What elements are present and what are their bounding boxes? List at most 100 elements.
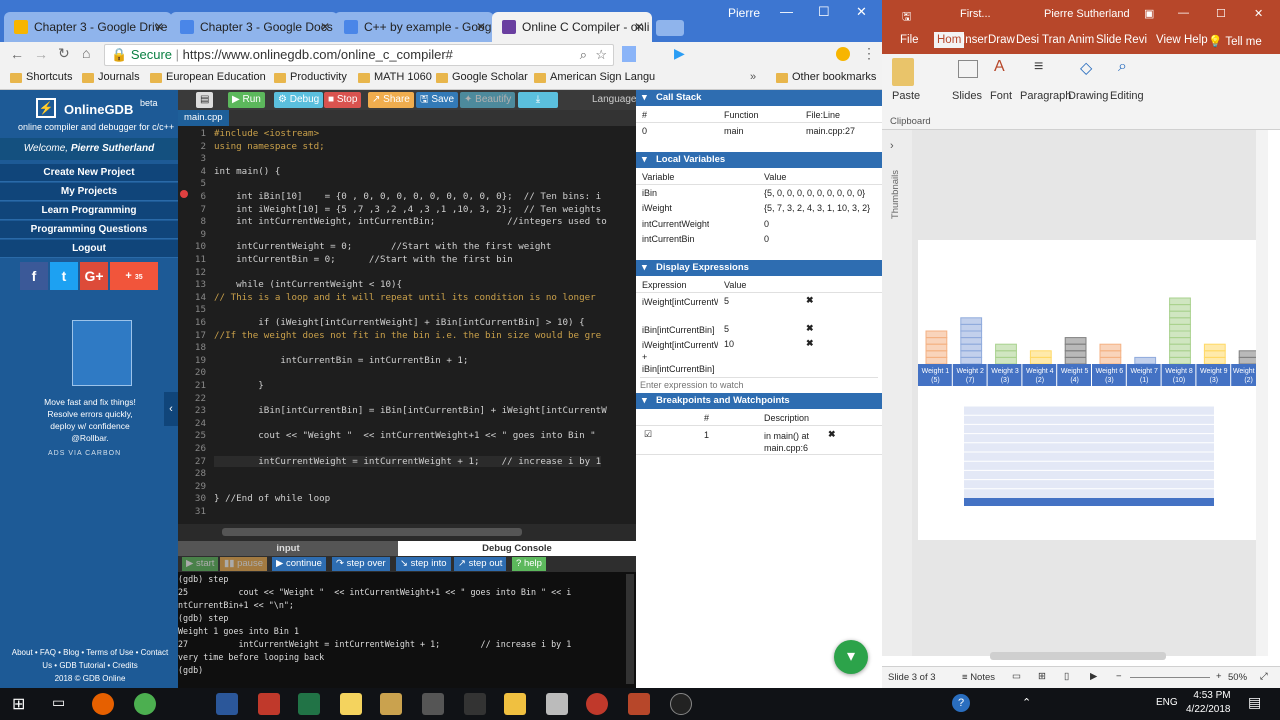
help-icon[interactable]: ?: [952, 694, 970, 712]
scroll-thumb[interactable]: [990, 652, 1166, 660]
tab-online-compiler[interactable]: Online C Compiler - onli ✕: [492, 12, 652, 42]
learn-programming-button[interactable]: Learn Programming: [0, 202, 178, 220]
reload-icon[interactable]: ↻: [58, 45, 70, 62]
minimize-icon[interactable]: —: [1178, 7, 1189, 19]
weight-block[interactable]: [1203, 350, 1226, 358]
clock-date[interactable]: 4/22/2018: [1186, 704, 1231, 715]
bookmark-math-1060[interactable]: MATH 1060: [358, 71, 432, 83]
firefox-icon[interactable]: [92, 693, 114, 715]
weight-block[interactable]: [960, 343, 983, 352]
close-window-icon[interactable]: ✕: [1254, 7, 1263, 20]
weight-block[interactable]: [1064, 356, 1087, 365]
weight-block[interactable]: [960, 337, 983, 345]
new-tab-button[interactable]: [656, 20, 684, 36]
slides-button[interactable]: Slides: [952, 90, 982, 102]
breakpoints-header[interactable]: Breakpoints and Watchpoints: [636, 393, 882, 409]
weight-block[interactable]: [1169, 310, 1191, 319]
windows-start-icon[interactable]: ⊞: [12, 694, 25, 714]
play-extension-icon[interactable]: ▶: [674, 45, 685, 62]
editing-button[interactable]: Editing: [1110, 90, 1144, 102]
bookmark-other[interactable]: Other bookmarks: [776, 71, 876, 83]
console-scrollbar[interactable]: [626, 574, 634, 684]
font-button[interactable]: Font: [990, 90, 1012, 102]
weight-block[interactable]: [1134, 356, 1157, 365]
paste-icon[interactable]: [892, 58, 914, 86]
twitter-icon[interactable]: t: [50, 262, 78, 290]
paste-button[interactable]: Paste: [892, 90, 920, 102]
normal-view-icon[interactable]: ▭: [1012, 671, 1021, 682]
weight-block[interactable]: [1099, 350, 1122, 358]
close-icon[interactable]: ✕: [476, 12, 486, 42]
ppt-tab-insert[interactable]: Inser: [962, 34, 988, 46]
star-icon[interactable]: ☆: [595, 45, 607, 65]
language-indicator[interactable]: ENG: [1156, 697, 1178, 708]
programming-questions-button[interactable]: Programming Questions: [0, 221, 178, 239]
create-project-button[interactable]: Create New Project: [0, 164, 178, 182]
zoom-level[interactable]: 50%: [1228, 672, 1247, 683]
weight-block[interactable]: [1169, 350, 1191, 358]
var-value[interactable]: {5, 0, 0, 0, 0, 0, 0, 0, 0, 0}: [764, 188, 865, 198]
share-button[interactable]: ↗ Share: [368, 92, 414, 108]
stack-frame-function[interactable]: main: [724, 126, 744, 136]
remove-breakpoint-icon[interactable]: ✖: [828, 429, 836, 440]
ppt-tab-draw[interactable]: Draw: [988, 34, 1015, 46]
maximize-icon[interactable]: ☐: [818, 4, 830, 20]
share-count-button[interactable]: + 35: [110, 262, 158, 290]
close-window-icon[interactable]: ✕: [856, 4, 867, 20]
search-icon[interactable]: ⌕: [580, 45, 587, 65]
stack-frame-file[interactable]: main.cpp:27: [806, 126, 855, 136]
console-prompt[interactable]: (gdb): [178, 665, 208, 675]
continue-button[interactable]: ▶ continue: [272, 557, 326, 571]
weight-block[interactable]: [995, 350, 1017, 358]
gdb-brand[interactable]: OnlineGDB: [64, 102, 133, 117]
start-button[interactable]: ▶ start: [182, 557, 219, 571]
slide-v-scroll[interactable]: [1256, 130, 1268, 656]
slide[interactable]: Weight 1 (5) Weight 2 (7) Weight 3 (3) Weight …: [918, 240, 1266, 540]
weight-block[interactable]: [1064, 350, 1087, 358]
slideshow-icon[interactable]: ▶: [1090, 671, 1097, 682]
weight-block[interactable]: [960, 356, 983, 365]
weight-block[interactable]: [1099, 356, 1122, 365]
weight-block[interactable]: [925, 330, 948, 339]
save-button[interactable]: 🖫 Save: [416, 92, 459, 108]
var-value[interactable]: 0: [764, 219, 769, 229]
bookmark-google-scholar[interactable]: Google Scholar: [436, 71, 528, 83]
debug-button[interactable]: ⚙ Debug: [274, 92, 324, 108]
weight-block[interactable]: [925, 343, 948, 352]
show-hidden-icon[interactable]: ⌃: [1022, 696, 1031, 709]
weight-block[interactable]: [960, 317, 983, 325]
profile-name[interactable]: Pierre: [728, 6, 760, 20]
app-icon[interactable]: [380, 693, 402, 715]
weight-block[interactable]: [1169, 317, 1191, 325]
forward-icon[interactable]: →: [34, 46, 48, 62]
help-button[interactable]: ? help: [512, 557, 546, 571]
tab-google-docs[interactable]: Chapter 3 - Google Docs ✕: [170, 12, 338, 42]
slide-h-scroll[interactable]: [930, 650, 1250, 662]
ppt-tab-review[interactable]: Revi: [1124, 34, 1147, 46]
beautify-button[interactable]: ✦ Beautify: [460, 92, 516, 108]
ppt-tab-file[interactable]: File: [900, 34, 919, 46]
word-icon[interactable]: [216, 693, 238, 715]
tab-input[interactable]: input: [178, 541, 398, 556]
home-icon[interactable]: ⌂: [82, 45, 90, 61]
collapse-sidebar-icon[interactable]: ‹: [164, 392, 178, 426]
download-button[interactable]: ⤓: [518, 92, 558, 108]
weight-block[interactable]: [1203, 343, 1226, 352]
task-view-icon[interactable]: ▭: [52, 694, 65, 711]
slides-icon[interactable]: [958, 60, 978, 78]
expand-thumbnails-icon[interactable]: ›: [890, 140, 894, 152]
weight-block[interactable]: [1029, 350, 1052, 358]
notifications-icon[interactable]: ▤: [1248, 694, 1261, 711]
tab-cpp-example[interactable]: C++ by example - Goog ✕: [334, 12, 494, 42]
bookmark-european-education[interactable]: European Education: [150, 71, 266, 83]
weight-block[interactable]: [960, 330, 983, 339]
bookmark-shortcuts[interactable]: Shortcuts: [10, 71, 72, 83]
ppt-tab-help[interactable]: Help: [1184, 34, 1208, 46]
weight-block[interactable]: [1169, 304, 1191, 312]
extension-icon[interactable]: [622, 46, 636, 62]
clock-time[interactable]: 4:53 PM: [1192, 690, 1232, 701]
fit-slide-icon[interactable]: ⤢: [1260, 671, 1268, 682]
weight-block[interactable]: [1169, 297, 1191, 306]
weight-block[interactable]: [1203, 356, 1226, 365]
more-bookmarks-icon[interactable]: »: [750, 71, 756, 83]
